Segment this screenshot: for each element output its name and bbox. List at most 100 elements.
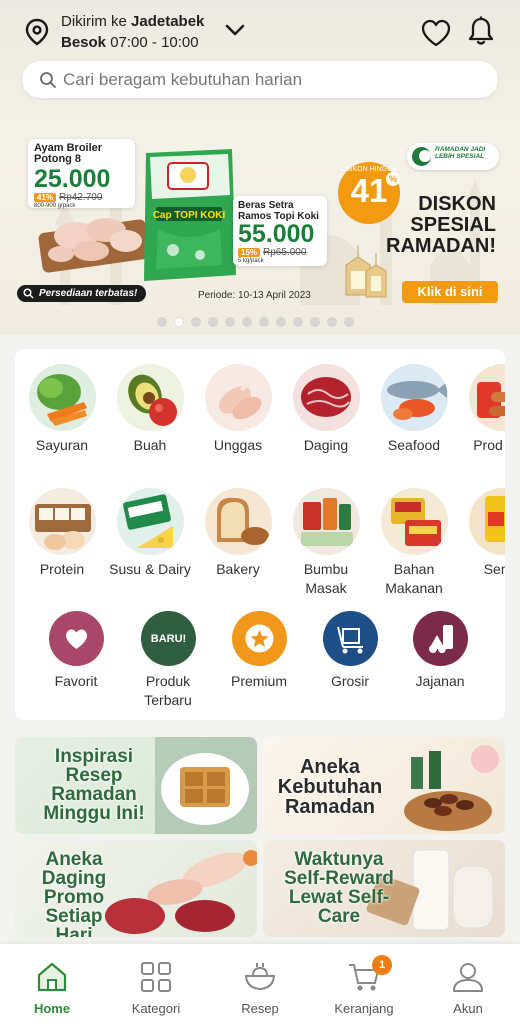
old-price: Rp42.700: [59, 192, 103, 203]
carousel-dot[interactable]: [225, 317, 235, 327]
category-sembako[interactable]: Semb: [458, 488, 505, 579]
home-icon: [37, 962, 67, 992]
category-unggas[interactable]: Unggas: [194, 364, 282, 455]
cta-button[interactable]: Klik di sini: [402, 281, 498, 303]
nav-keranjang[interactable]: 1 Keranjang: [312, 944, 416, 1024]
category-bahan-makanan[interactable]: Bahan Makanan: [370, 488, 458, 598]
chevron-down-icon[interactable]: [224, 22, 246, 38]
carousel-dot[interactable]: [327, 317, 337, 327]
search-bar[interactable]: Cari beragam kebutuhan harian: [22, 61, 498, 98]
staples-icon: [468, 488, 505, 555]
promo-banner[interactable]: Dikirim ke Jadetabek Besok 07:00 - 10:00…: [0, 0, 520, 335]
carousel-dot[interactable]: [242, 317, 252, 327]
search-placeholder: Cari beragam kebutuhan harian: [63, 70, 303, 89]
category-label: Susu & Dairy: [109, 561, 191, 577]
category-label: Bakery: [216, 561, 260, 577]
category-buah[interactable]: Buah: [106, 364, 194, 455]
category-label: Protein: [39, 561, 85, 577]
category-bakery[interactable]: Bakery: [194, 488, 282, 579]
poultry-icon: [204, 364, 272, 431]
nav-resep[interactable]: Resep: [208, 944, 312, 1024]
carousel-dot[interactable]: [293, 317, 303, 327]
category-panel: Sayuran Buah Unggas Daging Seafood Prod …: [15, 349, 505, 720]
nav-label: Resep: [241, 1001, 279, 1016]
delivery-time: 07:00 - 10:00: [110, 34, 199, 51]
nav-label: Home: [33, 1001, 71, 1016]
promo-tile-self-care[interactable]: Waktunya Self-Reward Lewat Self-Care: [263, 840, 505, 937]
category-susu-dairy[interactable]: Susu & Dairy: [106, 488, 194, 579]
carousel-dot[interactable]: [259, 317, 269, 327]
search-icon: [40, 72, 56, 88]
tile-title: Aneka Kebutuhan Ramadan: [277, 756, 383, 818]
carousel-dot[interactable]: [174, 317, 184, 327]
category-label: Sayuran: [35, 437, 89, 453]
discount-badge: 41%: [34, 193, 57, 202]
category-sayuran[interactable]: Sayuran: [18, 364, 106, 455]
ramadan-badge: RAMADAN JADI LEBIH SPESIAL: [407, 143, 499, 170]
quick-link-jajanan[interactable]: Jajanan: [395, 611, 485, 691]
quick-link-label: Grosir: [330, 673, 370, 689]
banner-headline: DISKON SPESIAL RAMADAN!: [386, 193, 496, 257]
quick-link-label: Jajanan: [415, 673, 465, 689]
star-icon: [231, 611, 287, 666]
category-bumbu-masak[interactable]: Bumbu Masak: [282, 488, 370, 598]
carousel-dot[interactable]: [310, 317, 320, 327]
tile-title: Waktunya Self-Reward Lewat Self-Care: [284, 849, 394, 927]
category-daging[interactable]: Daging: [282, 364, 370, 455]
category-produk-beku[interactable]: Prod Bek: [458, 364, 505, 455]
spices-icon: [292, 488, 360, 555]
category-label: Semb: [483, 561, 505, 577]
quick-link-label: Favorit: [54, 673, 98, 689]
category-label: Unggas: [213, 437, 263, 453]
location-pin-icon[interactable]: [24, 18, 50, 46]
heart-icon: [48, 611, 104, 666]
discount-badge: 15%: [238, 248, 261, 257]
rice-bag-image: Cap TOPI KOKI: [144, 149, 236, 281]
product-card-rice[interactable]: Beras Setra Ramos Topi Koki 55.000 15% R…: [233, 196, 327, 266]
ramadan-badge-text: RAMADAN JADI LEBIH SPESIAL: [435, 146, 486, 160]
dairy-icon: [116, 488, 184, 555]
crescent-moon-icon: [412, 147, 431, 166]
wishlist-heart-icon[interactable]: [420, 18, 452, 48]
quick-link-premium[interactable]: Premium: [214, 611, 304, 691]
carousel-dot[interactable]: [276, 317, 286, 327]
nav-label: Kategori: [131, 1001, 181, 1016]
new-badge-text: BARU!: [150, 633, 185, 645]
category-label: Buah: [133, 437, 167, 453]
seafood-icon: [380, 364, 448, 431]
frozen-product-icon: [468, 364, 505, 431]
limited-stock-pill: Persediaan terbatas!: [17, 285, 146, 302]
promo-tile-resep-ramadan[interactable]: Inspirasi Resep Ramadan Minggu Ini!: [15, 737, 257, 834]
carousel-dot[interactable]: [344, 317, 354, 327]
promo-period: Periode: 10-13 April 2023: [198, 290, 311, 301]
notification-bell-icon[interactable]: [466, 15, 496, 47]
snack-icon: [412, 611, 468, 666]
carousel-dots[interactable]: [157, 317, 354, 327]
quick-link-favorit[interactable]: Favorit: [31, 611, 121, 691]
nav-akun[interactable]: Akun: [416, 944, 520, 1024]
nav-label: Keranjang: [334, 1001, 394, 1016]
promo-tile-daging[interactable]: Aneka Daging Promo Setiap Hari: [15, 840, 257, 937]
carousel-dot[interactable]: [157, 317, 167, 327]
carousel-dot[interactable]: [208, 317, 218, 327]
promo-tile-kebutuhan-ramadan[interactable]: Aneka Kebutuhan Ramadan: [263, 737, 505, 834]
bakery-icon: [204, 488, 272, 555]
quick-link-produk-terbaru[interactable]: BARU! Produk Terbaru: [123, 611, 213, 710]
delivery-info[interactable]: Dikirim ke Jadetabek Besok 07:00 - 10:00: [61, 11, 204, 53]
top-bar: Dikirim ke Jadetabek Besok 07:00 - 10:00: [0, 0, 520, 60]
product-name: Ayam Broiler Potong 8: [34, 142, 103, 165]
delivery-day: Besok: [61, 34, 107, 51]
quick-link-grosir[interactable]: Grosir: [305, 611, 395, 691]
category-label: Daging: [303, 437, 349, 453]
tile-title: Inspirasi Resep Ramadan Minggu Ini!: [43, 746, 145, 824]
protein-icon: [28, 488, 96, 555]
quick-link-label: Premium: [230, 673, 287, 689]
nav-home[interactable]: Home: [0, 944, 104, 1024]
category-seafood[interactable]: Seafood: [370, 364, 458, 455]
nav-kategori[interactable]: Kategori: [104, 944, 208, 1024]
product-unit: 5 kg/pack: [238, 258, 264, 264]
cart-badge: 1: [372, 955, 392, 975]
product-card-chicken[interactable]: Ayam Broiler Potong 8 25.000 41% Rp42.70…: [28, 139, 135, 209]
category-protein[interactable]: Protein: [18, 488, 106, 579]
carousel-dot[interactable]: [191, 317, 201, 327]
